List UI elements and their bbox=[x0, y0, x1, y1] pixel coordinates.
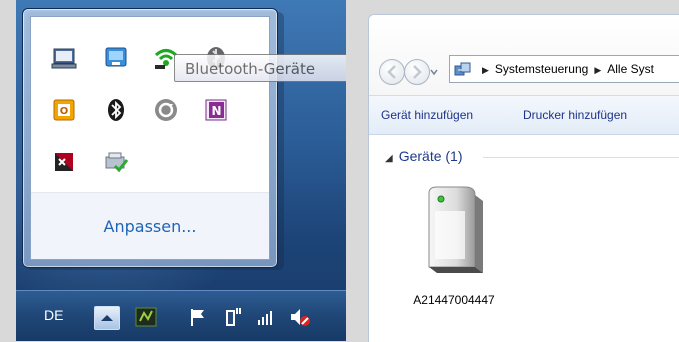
notification-area-flyout: O N Anpassen... bbox=[22, 8, 278, 268]
sync-icon[interactable] bbox=[153, 97, 179, 123]
svg-text:O: O bbox=[60, 106, 69, 117]
device-name: A21447004447 bbox=[413, 293, 495, 307]
breadcrumb-item-all-items[interactable]: Alle Syst bbox=[607, 62, 654, 76]
office-icon[interactable]: O bbox=[51, 97, 77, 123]
chevron-up-icon bbox=[101, 315, 113, 321]
recent-pages-dropdown-icon[interactable] bbox=[429, 67, 439, 77]
taskbar: DE bbox=[16, 290, 346, 341]
bluetooth-icon[interactable] bbox=[103, 97, 129, 123]
collapse-arrow-icon: ◢ bbox=[385, 153, 393, 164]
control-panel-icon bbox=[454, 62, 471, 76]
desktop-area: O N Anpassen... Bluetooth-Geräte DE bbox=[16, 0, 346, 341]
laptop-icon[interactable] bbox=[51, 45, 77, 71]
group-divider bbox=[483, 157, 679, 158]
power-icon[interactable] bbox=[220, 305, 244, 329]
kaspersky-icon[interactable] bbox=[51, 149, 77, 175]
tray-icon-grid: O N bbox=[41, 27, 251, 197]
svg-text:N: N bbox=[211, 104, 221, 118]
add-device-button[interactable]: Gerät hinzufügen bbox=[381, 96, 473, 134]
utility-icon[interactable] bbox=[134, 305, 158, 329]
onenote-icon[interactable]: N bbox=[203, 97, 229, 123]
flyout-footer: Anpassen... bbox=[31, 193, 269, 259]
show-hidden-icons-button[interactable] bbox=[94, 306, 120, 330]
arrow-right-icon bbox=[413, 65, 422, 79]
customize-link[interactable]: Anpassen... bbox=[31, 217, 269, 236]
devices-group-header[interactable]: ◢ Geräte (1) bbox=[385, 148, 463, 164]
language-indicator[interactable]: DE bbox=[44, 307, 63, 323]
breadcrumb: ▶ Systemsteuerung ▶ Alle Syst bbox=[476, 56, 654, 83]
printer-check-icon[interactable] bbox=[103, 149, 129, 175]
add-printer-button[interactable]: Drucker hinzufügen bbox=[523, 96, 627, 134]
volume-muted-icon[interactable] bbox=[288, 305, 312, 329]
flyout-content: O N Anpassen... bbox=[30, 16, 270, 260]
device-item[interactable]: A21447004447 bbox=[399, 185, 509, 315]
address-bar[interactable]: ▶ Systemsteuerung ▶ Alle Syst bbox=[449, 55, 679, 83]
window-titlebar: ▶ Systemsteuerung ▶ Alle Syst bbox=[369, 15, 679, 95]
breadcrumb-separator: ▶ bbox=[482, 65, 489, 75]
tooltip: Bluetooth-Geräte bbox=[174, 54, 346, 82]
back-button[interactable] bbox=[379, 59, 405, 85]
arrow-left-icon bbox=[387, 65, 396, 79]
command-bar: Gerät hinzufügen Drucker hinzufügen bbox=[369, 95, 679, 135]
signal-icon[interactable] bbox=[254, 305, 278, 329]
breadcrumb-separator: ▶ bbox=[594, 65, 602, 75]
flag-icon[interactable] bbox=[186, 305, 210, 329]
breadcrumb-item-control-panel[interactable]: Systemsteuerung bbox=[495, 62, 588, 76]
group-title: Geräte (1) bbox=[398, 148, 463, 164]
forward-button[interactable] bbox=[404, 59, 430, 85]
devices-window: ▶ Systemsteuerung ▶ Alle Syst Gerät hinzufü… bbox=[368, 14, 679, 342]
computer-tower-icon bbox=[428, 186, 483, 273]
network-icon[interactable] bbox=[103, 45, 129, 71]
